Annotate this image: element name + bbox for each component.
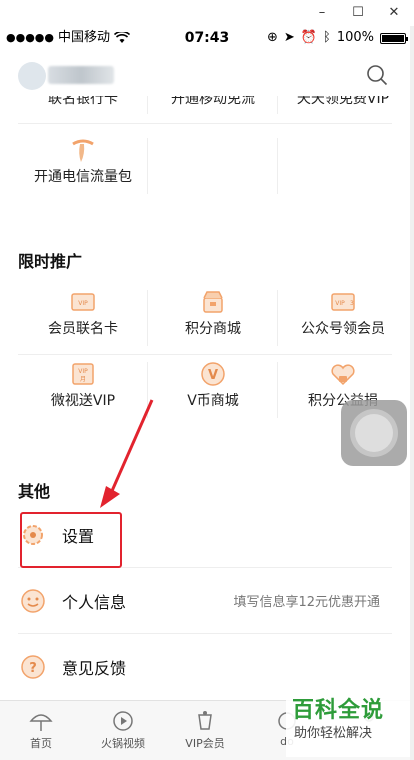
personal-info-hint: 填写信息享12元优惠开通 xyxy=(233,595,380,610)
divider xyxy=(18,354,392,355)
personal-info-label: 个人信息 xyxy=(62,592,127,612)
vcoin-icon: V xyxy=(201,362,225,386)
service-grid-telecom: 开通电信流量包 xyxy=(18,130,408,202)
grid-item[interactable]: 天天领免费VIP xyxy=(278,96,408,122)
tab-video[interactable]: 火锅视频 xyxy=(82,701,164,760)
grid-item-telecom[interactable]: 开通电信流量包 xyxy=(18,130,148,202)
promo-item-vip-card[interactable]: VIP 会员联名卡 xyxy=(18,282,148,354)
personal-info-icon xyxy=(21,588,45,613)
content-area[interactable]: 联名银行卡 开通移动免流 天天领免费VIP 开通电信流量包 限时推广 VIP 会… xyxy=(0,96,410,700)
rotation-lock-icon: ⊕ xyxy=(267,30,278,45)
battery-icon xyxy=(380,32,408,44)
svg-text:3: 3 xyxy=(350,300,354,307)
assistive-touch-button[interactable] xyxy=(341,400,407,466)
grid-empty xyxy=(278,130,408,202)
charity-icon xyxy=(331,364,355,386)
minimize-button[interactable]: – xyxy=(306,2,338,24)
maximize-button[interactable]: ☐ xyxy=(342,2,374,24)
svg-text:月: 月 xyxy=(80,376,86,383)
tab-home[interactable]: 首页 xyxy=(0,701,82,760)
close-button[interactable]: ✕ xyxy=(378,2,410,24)
watermark-logo: 百科全说 助你轻松解决 xyxy=(286,697,410,757)
divider xyxy=(18,123,392,124)
svg-text:VIP: VIP xyxy=(78,368,88,375)
profile-header xyxy=(0,50,410,96)
promo-section-title: 限时推广 xyxy=(18,252,83,271)
feedback-icon: ? xyxy=(21,655,45,679)
location-icon: ➤ xyxy=(283,30,295,45)
avatar[interactable] xyxy=(18,62,46,90)
status-bar: ●●●●● 中国移动 07:43 ⊕ ➤ ⏰ ᛒ 100% xyxy=(0,26,414,50)
official-account-icon: VIP 3 xyxy=(331,293,355,311)
vip-cup-icon xyxy=(198,711,212,730)
alarm-icon: ⏰ xyxy=(300,30,318,45)
svg-text:?: ? xyxy=(29,661,37,676)
points-mall-icon xyxy=(203,291,223,313)
nickname-blurred xyxy=(48,66,114,84)
service-grid-top: 联名银行卡 开通移动免流 天天领免费VIP xyxy=(18,96,408,122)
other-section-title: 其他 xyxy=(18,482,51,501)
grid-item[interactable]: 联名银行卡 xyxy=(18,96,148,122)
home-umbrella-icon xyxy=(29,714,53,731)
battery-percent: 100% xyxy=(336,30,374,45)
promo-item-vcoin[interactable]: V V币商城 xyxy=(148,354,278,426)
telecom-icon xyxy=(72,139,94,162)
search-icon[interactable] xyxy=(366,64,388,86)
vip-card-icon: VIP xyxy=(71,293,95,311)
window-scrollbar[interactable] xyxy=(410,26,414,760)
grid-empty xyxy=(148,130,278,202)
personal-info-row[interactable]: 个人信息 填写信息享12元优惠开通 xyxy=(18,568,392,634)
svg-text:VIP: VIP xyxy=(78,300,88,307)
promo-item-points-mall[interactable]: 积分商城 xyxy=(148,282,278,354)
bluetooth-icon: ᛒ xyxy=(323,30,331,45)
settings-highlight-box xyxy=(20,512,122,568)
feedback-row[interactable]: ? 意见反馈 xyxy=(18,634,392,700)
weishi-vip-icon: VIP月 xyxy=(72,363,94,385)
svg-text:VIP: VIP xyxy=(335,300,345,307)
svg-text:V: V xyxy=(208,368,218,383)
window-titlebar: – ☐ ✕ xyxy=(0,0,414,26)
promo-item-official-account[interactable]: VIP 3 公众号领会员 xyxy=(278,282,408,354)
tab-vip[interactable]: VIP会员 xyxy=(164,701,246,760)
feedback-label: 意见反馈 xyxy=(62,659,127,678)
video-icon xyxy=(113,711,133,731)
grid-item[interactable]: 开通移动免流 xyxy=(148,96,278,122)
red-arrow-annotation xyxy=(100,399,154,508)
